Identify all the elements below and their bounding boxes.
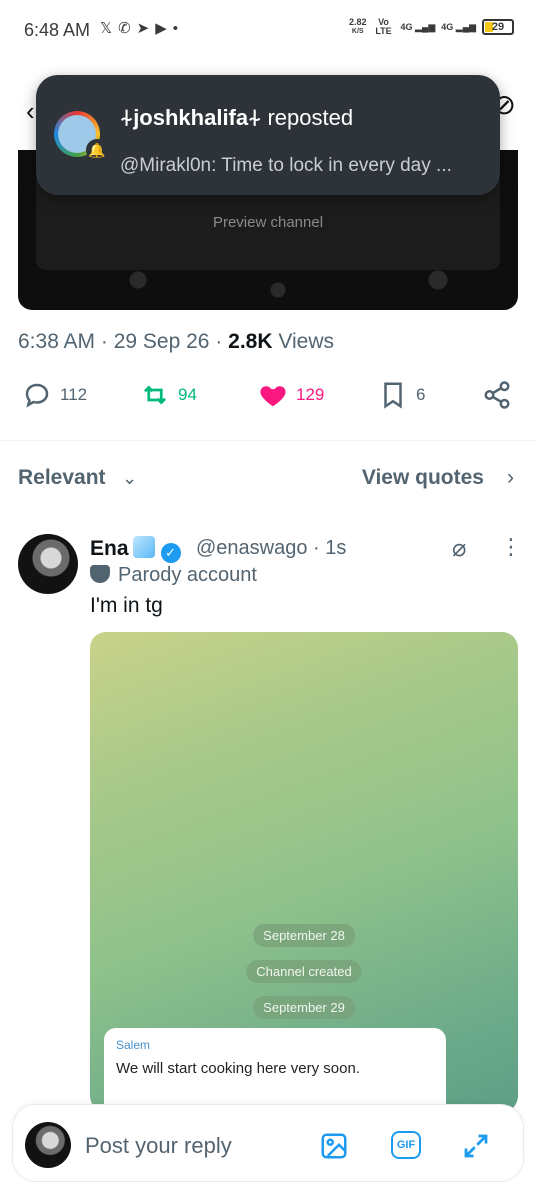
whatsapp-icon: ✆ <box>118 20 131 37</box>
repost-icon <box>144 385 166 405</box>
chevron-down-icon[interactable]: ⌄ <box>122 468 137 489</box>
views-count: 2.8K <box>228 330 273 353</box>
views-label: Views <box>278 330 335 353</box>
x-icon: 𝕏 <box>100 20 113 37</box>
reply-media-image[interactable]: September 28 Channel created September 2… <box>90 632 518 1112</box>
bell-icon: 🔔 <box>86 139 108 161</box>
back-arrow-icon[interactable]: ‹ <box>26 96 35 127</box>
view-quotes-link[interactable]: View quotes <box>362 466 484 490</box>
share-icon <box>484 381 510 409</box>
heart-icon <box>260 386 286 407</box>
bookmark-icon <box>384 382 402 409</box>
tg-channel-created: Channel created <box>246 960 362 983</box>
dot-icon: • <box>172 19 179 37</box>
preview-channel-label: Preview channel <box>212 214 324 231</box>
reply-handle[interactable]: @enaswago · 1s <box>196 537 346 560</box>
avatar[interactable] <box>18 534 78 594</box>
mask-icon <box>90 565 110 583</box>
bookmark-button[interactable]: 6 <box>378 380 425 410</box>
expand-icon[interactable] <box>461 1131 491 1161</box>
more-options-icon[interactable]: ⋮ <box>500 534 522 560</box>
status-right: 2.82 K/S Vo LTE 4G ▂▄▆ 4G ▂▄▆ 29 <box>349 18 514 36</box>
net-speed: 2.82 K/S <box>348 17 367 36</box>
repost-notification[interactable]: 🔔 ⍭joshkhalifa⍭ reposted @Mirakl0n: Time… <box>36 75 500 195</box>
avatar <box>25 1122 71 1168</box>
chevron-right-icon[interactable]: › <box>507 466 514 490</box>
ice-emoji-icon <box>132 536 155 558</box>
reply-button[interactable]: 112 <box>22 380 87 410</box>
repost-button[interactable]: 94 <box>140 380 197 410</box>
notification-title: ⍭joshkhalifa⍭ reposted <box>120 105 353 131</box>
tweet-time: 6:38 AM <box>18 330 96 353</box>
tg-message-bubble: Salem We will start cooking here very so… <box>104 1028 446 1112</box>
signal-icon: 4G ▂▄▆ <box>441 21 476 32</box>
gif-button[interactable]: GIF <box>391 1131 421 1159</box>
tweet-actions: 112 94 129 6 <box>18 380 518 420</box>
sort-dropdown[interactable]: Relevant <box>18 466 106 490</box>
status-bar: 6:48 AM 𝕏 ✆ ➤ ▶ • 2.82 K/S Vo LTE 4G ▂▄▆… <box>0 0 536 62</box>
reply-icon <box>25 383 49 408</box>
tg-date-label: September 29 <box>253 996 355 1019</box>
youtube-icon: ▶ <box>155 20 167 37</box>
notification-action: reposted <box>267 105 354 130</box>
notification-user: ⍭joshkhalifa⍭ <box>120 105 262 130</box>
divider <box>0 440 536 441</box>
image-icon[interactable] <box>319 1131 349 1161</box>
status-app-icons: 𝕏 ✆ ➤ ▶ • <box>100 19 179 38</box>
verified-badge-icon: ✓ <box>160 543 181 563</box>
parody-label: Parody account <box>90 564 257 587</box>
reply-input[interactable]: Post your reply <box>85 1133 232 1159</box>
grok-icon[interactable]: ⌀ <box>452 534 466 563</box>
volte-indicator: Vo LTE <box>375 17 392 36</box>
reply-sort-row: Relevant ⌄ View quotes › <box>18 466 518 496</box>
tg-message: We will start cooking here very soon. <box>116 1060 360 1077</box>
status-time: 6:48 AM <box>24 20 91 40</box>
tg-date-label: September 28 <box>253 924 355 947</box>
tweet-date: 29 Sep 26 <box>113 330 210 353</box>
like-button[interactable]: 129 <box>258 380 324 410</box>
notification-body: @Mirakl0n: Time to lock in every day ... <box>120 155 452 176</box>
tweet-meta: 6:38 AM · 29 Sep 26 · 2.8K Views <box>18 330 335 353</box>
reply-composer: Post your reply GIF <box>12 1104 524 1182</box>
share-button[interactable] <box>482 380 512 410</box>
battery-icon: 29 <box>482 19 514 35</box>
reply-text: I'm in tg <box>90 594 163 617</box>
signal-icon: 4G ▂▄▆ <box>400 21 436 32</box>
telegram-icon: ➤ <box>136 20 150 37</box>
reply-author[interactable]: Ena ✓ <box>90 536 181 563</box>
tg-sender: Salem <box>116 1038 151 1052</box>
